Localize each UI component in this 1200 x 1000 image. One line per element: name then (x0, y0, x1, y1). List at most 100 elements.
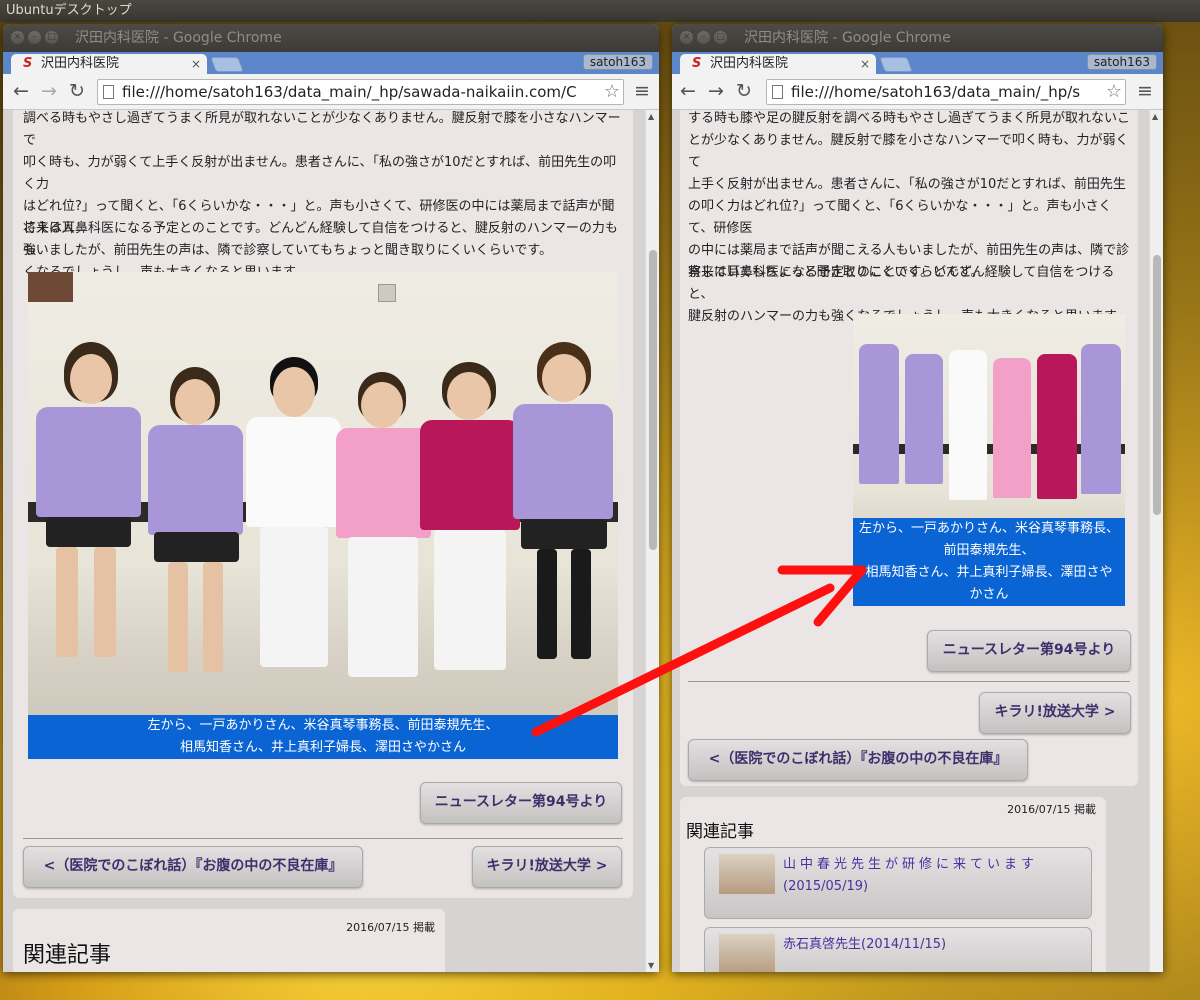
url-text: file:///home/satoh163/data_main/_hp/sawa… (122, 83, 577, 101)
related-card: 2016/07/15 掲載 関連記事 山中春光先生が研修に来ています (2015… (680, 797, 1106, 972)
window-titlebar[interactable]: × – □ 沢田内科医院 - Google Chrome (3, 24, 659, 52)
desktop-top-panel: Ubuntuデスクトップ (0, 0, 1200, 22)
scroll-thumb[interactable] (1153, 255, 1161, 515)
person-1 (36, 342, 141, 682)
photo-caption: 左から、一戸あかりさん、米谷真琴事務長、前田泰規先生、 相馬知香さん、井上真利子… (28, 715, 618, 759)
staff-group-photo: 左から、一戸あかりさん、米谷真琴事務長、 前田泰規先生、 相馬知香さん、井上真利… (853, 314, 1125, 606)
vertical-scrollbar[interactable]: ▲ ▼ (645, 110, 659, 972)
wall-outlet (378, 284, 396, 302)
related-card: 2016/07/15 掲載 関連記事 (13, 909, 445, 972)
minimize-window-icon[interactable]: – (28, 31, 41, 44)
text-line: の叩く力はどれ位?」って聞くと、「6くらいかな・・・」と。声も小さくて、研修医 (688, 199, 1112, 236)
tab-sawada-naikaiin[interactable]: S 沢田内科医院 × (11, 54, 207, 74)
person-6 (513, 342, 613, 687)
window-titlebar[interactable]: × – □ 沢田内科医院 - Google Chrome (672, 24, 1163, 52)
tab-sawada-naikaiin[interactable]: S 沢田内科医院 × (680, 54, 876, 74)
browser-window-right: × – □ 沢田内科医院 - Google Chrome S 沢田内科医院 × … (672, 24, 1163, 972)
next-article-button[interactable]: キラリ!放送大学 > (979, 692, 1131, 734)
related-heading: 関連記事 (686, 822, 754, 842)
related-thumbnail (719, 854, 775, 894)
person-4 (336, 372, 431, 692)
bookmark-star-icon[interactable]: ☆ (601, 80, 620, 104)
reload-icon[interactable]: ↻ (69, 81, 85, 101)
caption-line: かさん (969, 587, 1009, 602)
back-arrow-icon[interactable]: ← (13, 81, 29, 101)
text-line: 調べる時もやさし過ぎてうまく所見が取れないことが少なくありません。腱反射で膝を小… (23, 111, 621, 148)
close-window-icon[interactable]: × (680, 31, 693, 44)
photo-caption: 左から、一戸あかりさん、米谷真琴事務長、 前田泰規先生、 相馬知香さん、井上真利… (853, 518, 1125, 606)
address-bar[interactable]: file:///home/satoh163/data_main/_hp/sawa… (97, 79, 624, 105)
related-thumbnail (719, 934, 775, 972)
text-line: とが少なくありません。腱反射で膝を小さなハンマーで叩く時も、力が弱くて (688, 133, 1129, 170)
related-item[interactable]: 山中春光先生が研修に来ています (2015/05/19) (704, 847, 1092, 919)
newsletter-94-button[interactable]: ニュースレター第94号より (420, 782, 622, 824)
text-line: する時も膝や足の腱反射を調べる時もやさし過ぎてうまく所見が取れないこ (688, 111, 1131, 126)
related-item-title: 赤石真啓先生(2014/11/15) (783, 937, 947, 952)
tab-close-icon[interactable]: × (191, 54, 201, 74)
person-5 (420, 362, 520, 692)
minimize-window-icon[interactable]: – (697, 31, 710, 44)
person-4 (993, 358, 1031, 498)
post-date: 2016/07/15 掲載 (346, 921, 435, 934)
chrome-menu-icon[interactable]: ≡ (1137, 80, 1153, 102)
desktop-title: Ubuntuデスクトップ (6, 3, 132, 18)
prev-article-button[interactable]: <（医院でのこぼれ話）『お腹の中の不良在庫』 (23, 846, 363, 888)
related-item-title: 山中春光先生が研修に来ています (2015/05/19) (783, 857, 1039, 894)
person-3 (949, 350, 987, 500)
scroll-thumb[interactable] (649, 250, 657, 550)
person-2 (148, 367, 243, 687)
caption-line: 左から、一戸あかりさん、米谷真琴事務長、 (858, 521, 1119, 536)
post-date: 2016/07/15 掲載 (1007, 803, 1096, 816)
profile-badge[interactable]: satoh163 (1086, 54, 1157, 70)
maximize-window-icon[interactable]: □ (714, 31, 727, 44)
related-heading: 関連記事 (23, 943, 112, 968)
profile-badge[interactable]: satoh163 (582, 54, 653, 70)
caption-line: 相馬知香さん、井上真利子婦長、澤田さやかさん (179, 740, 466, 755)
address-bar[interactable]: file:///home/satoh163/data_main/_hp/s ☆ (766, 79, 1126, 105)
tab-strip: S 沢田内科医院 × satoh163 (3, 52, 659, 74)
text-line: 叩く時も、力が弱くて上手く反射が出ません。患者さんに、「私の強さが10だとすれば… (23, 155, 617, 192)
article-card: する時も膝や足の腱反射を調べる時もやさし過ぎてうまく所見が取れないこ とが少なく… (680, 110, 1138, 786)
vertical-scrollbar[interactable]: ▲ (1149, 110, 1163, 972)
related-item[interactable]: 赤石真啓先生(2014/11/15) (704, 927, 1092, 972)
tab-close-icon[interactable]: × (860, 54, 870, 74)
article-card: 調べる時もやさし過ぎてうまく所見が取れないことが少なくありません。腱反射で膝を小… (13, 110, 633, 898)
chrome-menu-icon[interactable]: ≡ (634, 80, 650, 102)
person-1 (859, 344, 899, 484)
forward-arrow-icon[interactable]: → (41, 81, 57, 101)
caption-line: 相馬知香さん、井上真利子婦長、澤田さや (865, 565, 1113, 580)
page-viewport[interactable]: する時も膝や足の腱反射を調べる時もやさし過ぎてうまく所見が取れないこ とが少なく… (672, 110, 1163, 972)
text-line: 上手く反射が出ません。患者さんに、「私の強さが10だとすれば、前田先生 (688, 177, 1126, 192)
scroll-down-icon[interactable]: ▼ (648, 961, 654, 970)
next-article-button[interactable]: キラリ!放送大学 > (472, 846, 622, 888)
site-favicon-icon: S (692, 56, 702, 71)
maximize-window-icon[interactable]: □ (45, 31, 58, 44)
text-line: 将来は耳鼻科医になる予定とのことです。どんどん経験して自信をつけると、腱反射のハ… (23, 221, 618, 258)
prev-article-button[interactable]: <（医院でのこぼれ話）『お腹の中の不良在庫』 (688, 739, 1028, 781)
bookmark-star-icon[interactable]: ☆ (1103, 80, 1122, 104)
forward-arrow-icon[interactable]: → (708, 81, 724, 101)
window-title: 沢田内科医院 - Google Chrome (75, 30, 282, 46)
close-window-icon[interactable]: × (11, 31, 24, 44)
new-tab-button[interactable] (879, 57, 913, 72)
page-viewport[interactable]: 調べる時もやさし過ぎてうまく所見が取れないことが少なくありません。腱反射で膝を小… (3, 110, 659, 972)
caption-line: 左から、一戸あかりさん、米谷真琴事務長、前田泰規先生、 (147, 718, 499, 733)
reload-icon[interactable]: ↻ (736, 81, 752, 101)
tab-strip: S 沢田内科医院 × satoh163 (672, 52, 1163, 74)
newsletter-94-button[interactable]: ニュースレター第94号より (927, 630, 1131, 672)
url-text: file:///home/satoh163/data_main/_hp/s (791, 83, 1081, 101)
wall-frame (28, 272, 73, 302)
scroll-up-icon[interactable]: ▲ (648, 112, 654, 121)
staff-group-photo: 左から、一戸あかりさん、米谷真琴事務長、前田泰規先生、 相馬知香さん、井上真利子… (28, 272, 618, 759)
new-tab-button[interactable] (210, 57, 244, 72)
divider (688, 681, 1130, 682)
scroll-up-icon[interactable]: ▲ (1152, 112, 1158, 121)
text-line: 将来は耳鼻科医になる予定とのことです。どんどん経験して自信をつけると、 (688, 265, 1115, 302)
tab-label: 沢田内科医院 (41, 56, 120, 71)
browser-window-left: × – □ 沢田内科医院 - Google Chrome S 沢田内科医院 × … (3, 24, 659, 972)
site-favicon-icon: S (23, 56, 33, 71)
back-arrow-icon[interactable]: ← (680, 81, 696, 101)
person-2 (905, 354, 943, 484)
article-paragraph-1: する時も膝や足の腱反射を調べる時もやさし過ぎてうまく所見が取れないこ とが少なく… (688, 110, 1133, 284)
browser-toolbar: ← → ↻ file:///home/satoh163/data_main/_h… (3, 74, 659, 110)
